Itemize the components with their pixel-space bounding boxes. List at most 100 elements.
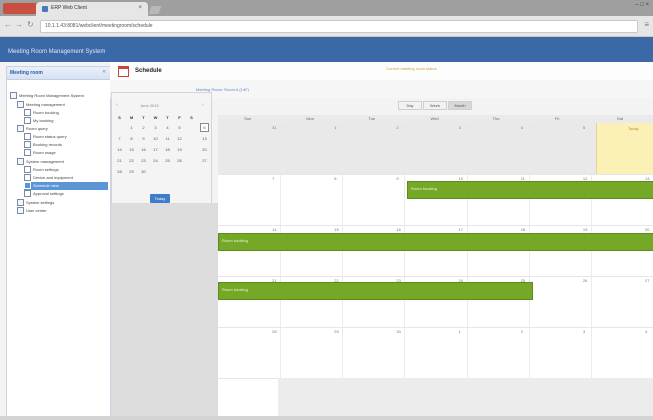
mini-calendar-next-icon[interactable]: › [202, 102, 204, 108]
page-icon [24, 149, 31, 156]
today-button[interactable]: Today [150, 194, 170, 203]
calendar-date[interactable]: 27 [645, 278, 649, 283]
mini-calendar-day[interactable]: 1 [127, 123, 136, 132]
tab-close-icon[interactable]: × [138, 5, 142, 11]
calendar-date[interactable]: 2 [521, 329, 523, 334]
calendar-date[interactable]: 1 [334, 125, 336, 130]
sidebar-item[interactable]: User center [17, 207, 108, 215]
favicon-icon [42, 6, 48, 12]
mini-calendar-day[interactable]: 27 [200, 156, 209, 165]
sidebar-item[interactable]: Room usage [24, 149, 108, 157]
calendar-date[interactable]: 14 [272, 227, 276, 232]
mini-calendar-day[interactable]: 14 [115, 145, 124, 154]
mini-calendar-day[interactable]: 2 [139, 123, 148, 132]
address-bar: ← → ↻ 10.1.1.43:8081/webclient/meetingro… [0, 16, 653, 37]
mini-calendar-day[interactable]: 19 [175, 145, 184, 154]
mini-calendar-day[interactable]: 23 [139, 156, 148, 165]
mini-calendar-day[interactable]: 29 [127, 167, 136, 176]
calendar-date[interactable]: 9 [396, 176, 398, 181]
calendar-date[interactable]: 29 [334, 329, 338, 334]
forward-icon[interactable]: → [15, 21, 23, 29]
view-day-button[interactable]: Day [398, 101, 422, 110]
browser-tab-bar: ERP Web Client × – □ × [0, 0, 653, 16]
booking-event[interactable]: Room booking [218, 282, 533, 300]
mini-calendar-day[interactable]: 13 [200, 134, 209, 143]
calendar-row-divider [218, 327, 653, 328]
mini-calendar-day[interactable]: 3 [151, 123, 160, 132]
sidebar-item[interactable]: Meeting management [17, 101, 108, 109]
sidebar-item[interactable]: Device and equipment [24, 174, 108, 182]
sidebar-item[interactable]: System settings [17, 199, 108, 207]
calendar-date[interactable]: 4 [521, 125, 523, 130]
sidebar-item[interactable]: Schedule view [24, 182, 108, 190]
sidebar-item[interactable]: My booking [24, 117, 108, 125]
folder-icon [17, 125, 24, 132]
sidebar-title: Meeting room [10, 70, 43, 76]
sidebar-item[interactable]: Room query [17, 125, 108, 133]
booking-event[interactable]: Room booking [407, 181, 653, 199]
calendar-date[interactable]: 2 [396, 125, 398, 130]
calendar-day-name: Wed [430, 116, 439, 121]
calendar-date[interactable]: 28 [272, 329, 276, 334]
sidebar-item[interactable]: Meeting Room Management System [10, 92, 108, 100]
mini-calendar-day[interactable]: 26 [175, 156, 184, 165]
mini-calendar-day[interactable]: 4 [163, 123, 172, 132]
mini-calendar-day[interactable]: 16 [139, 145, 148, 154]
calendar-date[interactable]: 4 [645, 329, 647, 334]
sidebar-item[interactable]: Booking records [24, 141, 108, 149]
calendar-date[interactable]: 18 [521, 227, 525, 232]
calendar-date[interactable]: 16 [396, 227, 400, 232]
mini-calendar-day[interactable]: 9 [139, 134, 148, 143]
mini-calendar-day[interactable]: 28 [115, 167, 124, 176]
window-controls[interactable]: – □ × [635, 2, 649, 8]
browser-tab[interactable]: ERP Web Client × [36, 2, 148, 16]
mini-calendar-day[interactable]: 25 [163, 156, 172, 165]
mini-calendar-day[interactable]: 20 [200, 145, 209, 154]
mini-calendar-day[interactable]: 11 [163, 134, 172, 143]
mini-calendar-day[interactable]: 8 [127, 134, 136, 143]
sidebar-item[interactable]: Room status query [24, 133, 108, 141]
sidebar-item[interactable]: Room settings [24, 166, 108, 174]
mini-calendar-prev-icon[interactable]: ‹ [116, 102, 118, 108]
calendar-date[interactable]: 17 [459, 227, 463, 232]
mini-calendar-day[interactable]: 21 [115, 156, 124, 165]
mini-calendar-day[interactable]: 30 [139, 167, 148, 176]
view-week-button[interactable]: Week [423, 101, 447, 110]
mini-calendar-day[interactable]: 15 [127, 145, 136, 154]
mini-calendar-day[interactable]: 5 [175, 123, 184, 132]
mini-calendar-day[interactable]: 6 [200, 123, 209, 132]
mini-calendar-day[interactable]: 7 [115, 134, 124, 143]
mini-calendar-day[interactable]: 22 [127, 156, 136, 165]
back-icon[interactable]: ← [4, 21, 12, 29]
calendar-date[interactable]: 1 [459, 329, 461, 334]
calendar-date[interactable]: 20 [645, 227, 649, 232]
mini-calendar-day[interactable]: 17 [151, 145, 160, 154]
mini-calendar-day[interactable]: 10 [151, 134, 160, 143]
view-month-button[interactable]: Month [448, 101, 472, 110]
new-tab-button[interactable] [148, 6, 162, 14]
url-input[interactable]: 10.1.1.43:8081/webclient/meetingroom/sch… [40, 20, 638, 33]
sidebar-item[interactable]: System management [17, 158, 108, 166]
sidebar-item[interactable]: Room booking [24, 109, 108, 117]
collapse-icon[interactable]: « [103, 69, 106, 75]
panel-background [111, 203, 218, 420]
calendar-date[interactable]: 7 [272, 176, 274, 181]
calendar-date[interactable]: 3 [459, 125, 461, 130]
booking-event[interactable]: Room booking [218, 233, 653, 251]
calendar-date[interactable]: 15 [334, 227, 338, 232]
sidebar-item-label: Device and equipment [33, 175, 73, 180]
calendar-date[interactable]: 19 [583, 227, 587, 232]
calendar-date[interactable]: 30 [396, 329, 400, 334]
mini-calendar-day[interactable]: 12 [175, 134, 184, 143]
mini-calendar-day[interactable]: 24 [151, 156, 160, 165]
calendar-date[interactable]: 8 [334, 176, 336, 181]
sidebar-item[interactable]: Approval settings [24, 190, 108, 198]
calendar-date[interactable]: 26 [583, 278, 587, 283]
calendar-date[interactable]: 3 [583, 329, 585, 334]
browser-menu-icon[interactable]: ≡ [644, 21, 649, 29]
mini-calendar-day[interactable]: 18 [163, 145, 172, 154]
calendar-date[interactable]: 31 [272, 125, 276, 130]
reload-icon[interactable]: ↻ [27, 21, 34, 29]
today-cell[interactable] [596, 123, 653, 174]
calendar-date[interactable]: 5 [583, 125, 585, 130]
